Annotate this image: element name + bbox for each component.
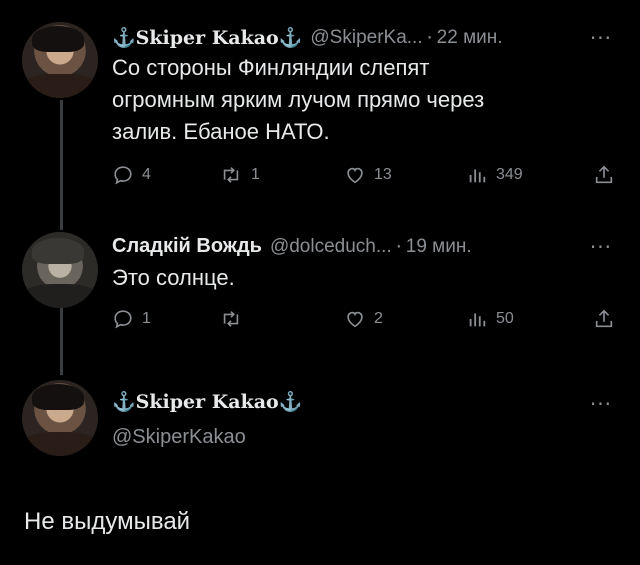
share-button[interactable]	[593, 308, 615, 330]
action-bar: 1 2 50	[112, 308, 617, 336]
like-count: 13	[374, 166, 392, 183]
share-button[interactable]	[593, 164, 615, 186]
main-tweet-text: Не выдумывай	[24, 508, 191, 535]
views-chart-icon	[469, 313, 486, 327]
heart-icon	[347, 167, 363, 184]
tweet-text-line: залив. Ебаное НАТО.	[112, 119, 330, 144]
reply-button[interactable]: 1	[112, 308, 151, 330]
tweet-header: Сладкій Вождь @dolceduch... · 19 мин.	[112, 235, 472, 258]
action-bar: 4 1 13 349	[112, 164, 617, 192]
like-button[interactable]: 2	[344, 308, 383, 330]
tweet[interactable]: ⚓Skiper Kakao⚓ @SkiperKa... · 22 мин. ··…	[0, 0, 640, 220]
share-icon	[595, 165, 613, 184]
display-name[interactable]: ⚓Skiper Kakao⚓	[112, 26, 302, 49]
retweet-count: 1	[251, 166, 260, 183]
views-count: 349	[496, 166, 523, 183]
user-handle[interactable]: @SkiperKakao	[112, 426, 246, 449]
timestamp[interactable]: 22 мин.	[437, 27, 503, 49]
views-button[interactable]: 50	[466, 308, 514, 330]
views-button[interactable]: 349	[466, 164, 523, 186]
avatar[interactable]	[22, 380, 98, 456]
reply-icon	[114, 166, 132, 185]
heart-icon	[347, 311, 363, 328]
reply-icon	[114, 310, 132, 329]
avatar[interactable]	[22, 232, 98, 308]
like-button[interactable]: 13	[344, 164, 392, 186]
display-name[interactable]: Сладкій Вождь	[112, 235, 262, 258]
tweet-text-line: огромным ярким лучом прямо через	[112, 87, 485, 112]
reply-count: 4	[142, 166, 151, 183]
more-options-button[interactable]: ···	[590, 26, 612, 50]
retweet-icon	[223, 311, 239, 327]
reply-button[interactable]: 4	[112, 164, 151, 186]
tweet-header: ⚓Skiper Kakao⚓ @SkiperKa... · 22 мин.	[112, 26, 503, 50]
user-handle[interactable]: @dolceduch...	[270, 236, 392, 258]
retweet-button[interactable]	[219, 308, 251, 330]
tweet-text-line: Это солнце.	[112, 265, 235, 290]
avatar[interactable]	[22, 22, 98, 98]
timestamp[interactable]: 19 мин.	[406, 236, 472, 258]
tweet-text: Это солнце.	[112, 262, 235, 294]
more-options-button[interactable]: ···	[590, 235, 612, 259]
separator: ·	[426, 26, 433, 49]
views-count: 50	[496, 310, 514, 327]
user-handle[interactable]: @SkiperKa...	[310, 27, 422, 49]
retweet-button[interactable]: 1	[219, 164, 260, 186]
display-name[interactable]: ⚓Skiper Kakao⚓	[112, 390, 302, 413]
share-icon	[595, 309, 613, 328]
tweet-text-line: Со стороны Финляндии слепят	[112, 55, 430, 80]
tweet-text: Со стороны Финляндии слепят огромным ярк…	[112, 52, 484, 148]
tweet[interactable]: Сладкій Вождь @dolceduch... · 19 мин. ··…	[0, 220, 640, 360]
separator: ·	[395, 235, 402, 258]
reply-count: 1	[142, 310, 151, 327]
retweet-icon	[223, 167, 239, 183]
like-count: 2	[374, 310, 383, 327]
views-chart-icon	[469, 169, 486, 183]
more-options-button[interactable]: ···	[590, 392, 612, 416]
